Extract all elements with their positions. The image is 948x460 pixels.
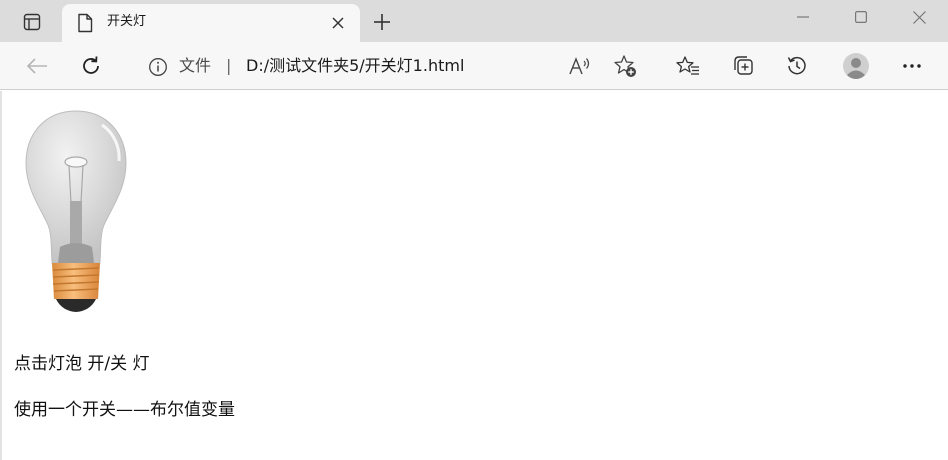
close-icon bbox=[912, 10, 926, 24]
address-scheme-label: 文件 bbox=[179, 56, 212, 75]
refresh-icon bbox=[83, 56, 99, 74]
maximize-icon bbox=[855, 11, 867, 23]
maximize-button[interactable] bbox=[832, 0, 890, 34]
light-bulb-image[interactable] bbox=[24, 107, 128, 317]
plus-icon bbox=[374, 14, 390, 30]
address-separator: | bbox=[226, 56, 232, 75]
address-url[interactable]: D:/测试文件夹5/开关灯1.html bbox=[246, 56, 464, 76]
info-icon[interactable] bbox=[148, 57, 168, 77]
tab-actions-button[interactable] bbox=[14, 8, 50, 36]
new-tab-button[interactable] bbox=[368, 9, 396, 35]
read-aloud-icon bbox=[569, 57, 590, 75]
close-tab-button[interactable] bbox=[328, 13, 348, 33]
close-window-button[interactable] bbox=[890, 0, 948, 34]
star-plus-icon bbox=[614, 55, 636, 77]
favorites-icon bbox=[676, 56, 699, 75]
back-arrow-icon bbox=[26, 58, 47, 74]
collections-icon bbox=[734, 56, 753, 75]
more-button[interactable] bbox=[897, 52, 927, 80]
tab-strip: 开关灯 bbox=[0, 0, 948, 42]
collections-button[interactable] bbox=[728, 52, 758, 80]
browser-toolbar: 文件 | D:/测试文件夹5/开关灯1.html bbox=[0, 42, 948, 90]
page-content: 点击灯泡 开/关 灯 使用一个开关——布尔值变量 bbox=[0, 91, 948, 460]
minimize-button[interactable] bbox=[774, 0, 832, 34]
active-tab[interactable]: 开关灯 bbox=[62, 4, 360, 42]
tab-title: 开关灯 bbox=[107, 14, 147, 29]
minimize-icon bbox=[797, 16, 809, 18]
tab-actions-icon bbox=[23, 13, 41, 31]
avatar-icon bbox=[843, 53, 869, 79]
back-button[interactable] bbox=[22, 52, 52, 80]
profile-button[interactable] bbox=[839, 50, 873, 82]
close-icon bbox=[332, 17, 344, 29]
more-icon bbox=[903, 64, 921, 68]
description-text: 使用一个开关——布尔值变量 bbox=[14, 400, 235, 420]
instruction-text: 点击灯泡 开/关 灯 bbox=[14, 354, 150, 374]
history-button[interactable] bbox=[782, 52, 812, 80]
read-aloud-button[interactable] bbox=[565, 52, 595, 80]
history-icon bbox=[787, 56, 806, 75]
document-icon bbox=[78, 13, 93, 33]
refresh-button[interactable] bbox=[76, 52, 106, 80]
add-favorite-button[interactable] bbox=[610, 52, 640, 80]
favorites-button[interactable] bbox=[673, 52, 703, 80]
